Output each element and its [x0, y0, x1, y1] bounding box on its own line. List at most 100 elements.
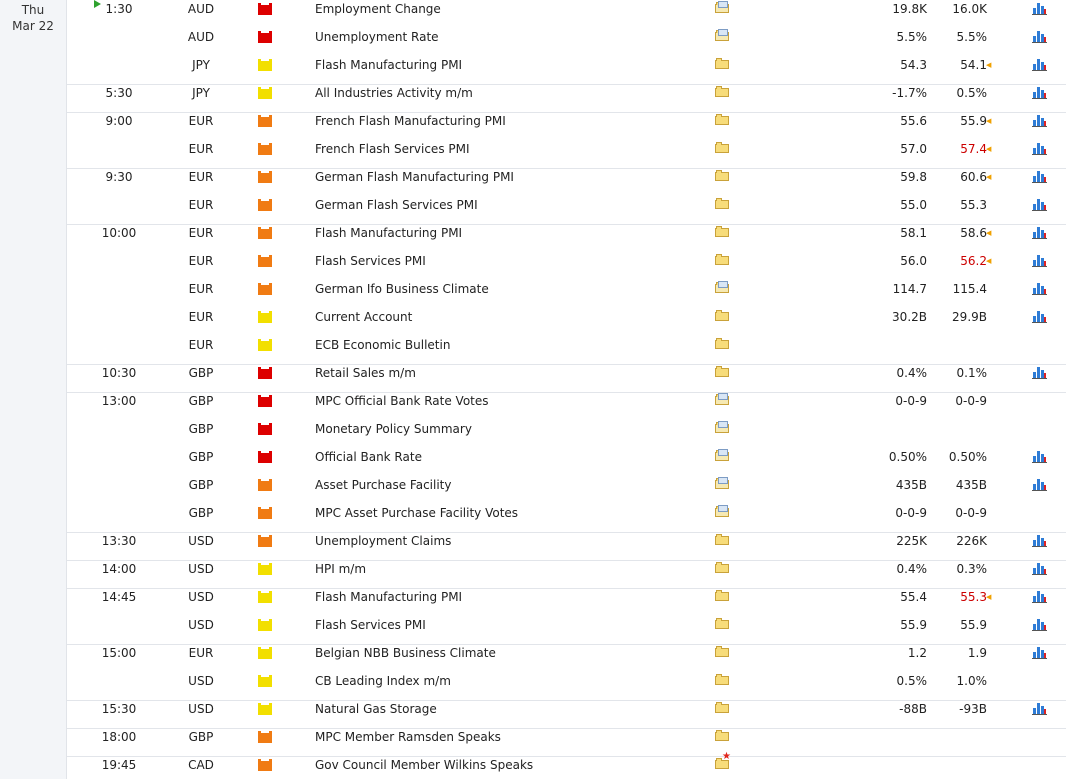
detail-folder-button[interactable] [715, 338, 729, 349]
graph-button[interactable] [1032, 197, 1047, 211]
event-title[interactable]: Flash Manufacturing PMI [315, 56, 462, 75]
impact-medium-icon[interactable] [258, 171, 272, 183]
event-title[interactable]: MPC Member Ramsden Speaks [315, 728, 501, 747]
impact-medium-icon[interactable] [258, 199, 272, 211]
calendar-row[interactable]: 15:00 EUR Belgian NBB Business Climate 1.2 1… [67, 644, 1066, 672]
impact-medium-icon[interactable] [258, 507, 272, 519]
calendar-row[interactable]: 9:30 EUR German Flash Manufacturing PMI 59.… [67, 168, 1066, 196]
event-title[interactable]: ECB Economic Bulletin [315, 336, 450, 355]
impact-medium-icon[interactable] [258, 227, 272, 239]
graph-button[interactable] [1032, 141, 1047, 155]
detail-folder-button[interactable] [715, 421, 729, 433]
calendar-row[interactable]: GBP MPC Asset Purchase Facility Votes 0-0-… [67, 504, 1066, 532]
graph-button[interactable] [1032, 589, 1047, 603]
calendar-row[interactable]: 13:00 GBP MPC Official Bank Rate Votes 0-0-… [67, 392, 1066, 420]
calendar-row[interactable]: GBP Monetary Policy Summary [67, 420, 1066, 448]
detail-folder-button[interactable] [715, 114, 729, 125]
impact-low-icon[interactable] [258, 675, 272, 687]
event-title[interactable]: Unemployment Claims [315, 532, 451, 551]
impact-low-icon[interactable] [258, 563, 272, 575]
graph-button[interactable] [1032, 645, 1047, 659]
calendar-row[interactable]: 1:30 AUD Employment Change 19.8K 16.0K [67, 0, 1066, 28]
impact-low-icon[interactable] [258, 311, 272, 323]
detail-folder-button[interactable] [715, 366, 729, 377]
graph-button[interactable] [1032, 113, 1047, 127]
event-title[interactable]: Official Bank Rate [315, 448, 422, 467]
graph-button[interactable] [1032, 365, 1047, 379]
calendar-row[interactable]: EUR ECB Economic Bulletin [67, 336, 1066, 364]
impact-medium-icon[interactable] [258, 731, 272, 743]
event-title[interactable]: French Flash Manufacturing PMI [315, 112, 506, 131]
detail-folder-button[interactable] [715, 58, 729, 69]
detail-folder-button[interactable]: ★ [715, 752, 731, 769]
impact-low-icon[interactable] [258, 703, 272, 715]
graph-button[interactable] [1032, 449, 1047, 463]
event-title[interactable]: MPC Official Bank Rate Votes [315, 392, 489, 411]
calendar-row[interactable]: AUD Unemployment Rate 5.5% 5.5% [67, 28, 1066, 56]
calendar-row[interactable]: EUR German Ifo Business Climate 114.7 115.4 [67, 280, 1066, 308]
event-title[interactable]: HPI m/m [315, 560, 366, 579]
event-title[interactable]: Belgian NBB Business Climate [315, 644, 496, 663]
event-title[interactable]: Monetary Policy Summary [315, 420, 472, 439]
detail-folder-button[interactable] [715, 226, 729, 237]
impact-medium-icon[interactable] [258, 759, 272, 771]
graph-button[interactable] [1032, 1, 1047, 15]
calendar-row[interactable]: 14:45 USD Flash Manufacturing PMI 55.4 55.3 ◀ [67, 588, 1066, 616]
event-title[interactable]: CB Leading Index m/m [315, 672, 451, 691]
impact-high-icon[interactable] [258, 395, 272, 407]
event-title[interactable]: Flash Services PMI [315, 252, 426, 271]
detail-folder-button[interactable] [715, 449, 729, 461]
calendar-row[interactable]: EUR Flash Services PMI 56.0 56.2 ◀ [67, 252, 1066, 280]
event-title[interactable]: Gov Council Member Wilkins Speaks [315, 756, 533, 775]
detail-folder-button[interactable] [715, 170, 729, 181]
event-title[interactable]: Retail Sales m/m [315, 364, 416, 383]
impact-medium-icon[interactable] [258, 115, 272, 127]
event-title[interactable]: German Flash Services PMI [315, 196, 478, 215]
graph-button[interactable] [1032, 701, 1047, 715]
calendar-row[interactable]: 5:30 JPY All Industries Activity m/m -1.7% 0… [67, 84, 1066, 112]
event-title[interactable]: All Industries Activity m/m [315, 84, 473, 103]
impact-high-icon[interactable] [258, 451, 272, 463]
event-title[interactable]: French Flash Services PMI [315, 140, 470, 159]
impact-low-icon[interactable] [258, 87, 272, 99]
impact-high-icon[interactable] [258, 423, 272, 435]
impact-high-icon[interactable] [258, 3, 272, 15]
calendar-row[interactable]: 13:30 USD Unemployment Claims 225K 226K [67, 532, 1066, 560]
calendar-row[interactable]: USD CB Leading Index m/m 0.5% 1.0% [67, 672, 1066, 700]
detail-folder-button[interactable] [715, 590, 729, 601]
event-title[interactable]: Asset Purchase Facility [315, 476, 451, 495]
calendar-row[interactable]: 10:30 GBP Retail Sales m/m 0.4% 0.1% [67, 364, 1066, 392]
graph-button[interactable] [1032, 169, 1047, 183]
impact-medium-icon[interactable] [258, 535, 272, 547]
detail-folder-button[interactable] [715, 534, 729, 545]
calendar-row[interactable]: 10:00 EUR Flash Manufacturing PMI 58.1 58.6 ◀ [67, 224, 1066, 252]
event-title[interactable]: Current Account [315, 308, 412, 327]
event-title[interactable]: Flash Services PMI [315, 616, 426, 635]
calendar-row[interactable]: JPY Flash Manufacturing PMI 54.3 54.1 ◀ [67, 56, 1066, 84]
calendar-row[interactable]: EUR French Flash Services PMI 57.0 57.4 ◀ [67, 140, 1066, 168]
event-title[interactable]: Natural Gas Storage [315, 700, 437, 719]
impact-medium-icon[interactable] [258, 479, 272, 491]
impact-low-icon[interactable] [258, 619, 272, 631]
calendar-row[interactable]: GBP Asset Purchase Facility 435B 435B [67, 476, 1066, 504]
calendar-row[interactable]: EUR German Flash Services PMI 55.0 55.3 [67, 196, 1066, 224]
event-title[interactable]: German Flash Manufacturing PMI [315, 168, 514, 187]
impact-low-icon[interactable] [258, 591, 272, 603]
graph-button[interactable] [1032, 253, 1047, 267]
detail-folder-button[interactable] [715, 393, 729, 405]
detail-folder-button[interactable] [715, 505, 729, 517]
detail-folder-button[interactable] [715, 86, 729, 97]
event-title[interactable]: Flash Manufacturing PMI [315, 224, 462, 243]
detail-folder-button[interactable] [715, 730, 729, 741]
impact-low-icon[interactable] [258, 59, 272, 71]
graph-button[interactable] [1032, 309, 1047, 323]
detail-folder-button[interactable] [715, 477, 729, 489]
graph-button[interactable] [1032, 561, 1047, 575]
detail-folder-button[interactable] [715, 142, 729, 153]
calendar-row[interactable]: 15:30 USD Natural Gas Storage -88B -93B [67, 700, 1066, 728]
calendar-row[interactable]: 19:45 CAD Gov Council Member Wilkins Speak… [67, 752, 1066, 784]
detail-folder-button[interactable] [715, 646, 729, 657]
event-title[interactable]: MPC Asset Purchase Facility Votes [315, 504, 518, 523]
graph-button[interactable] [1032, 225, 1047, 239]
detail-folder-button[interactable] [715, 29, 729, 41]
